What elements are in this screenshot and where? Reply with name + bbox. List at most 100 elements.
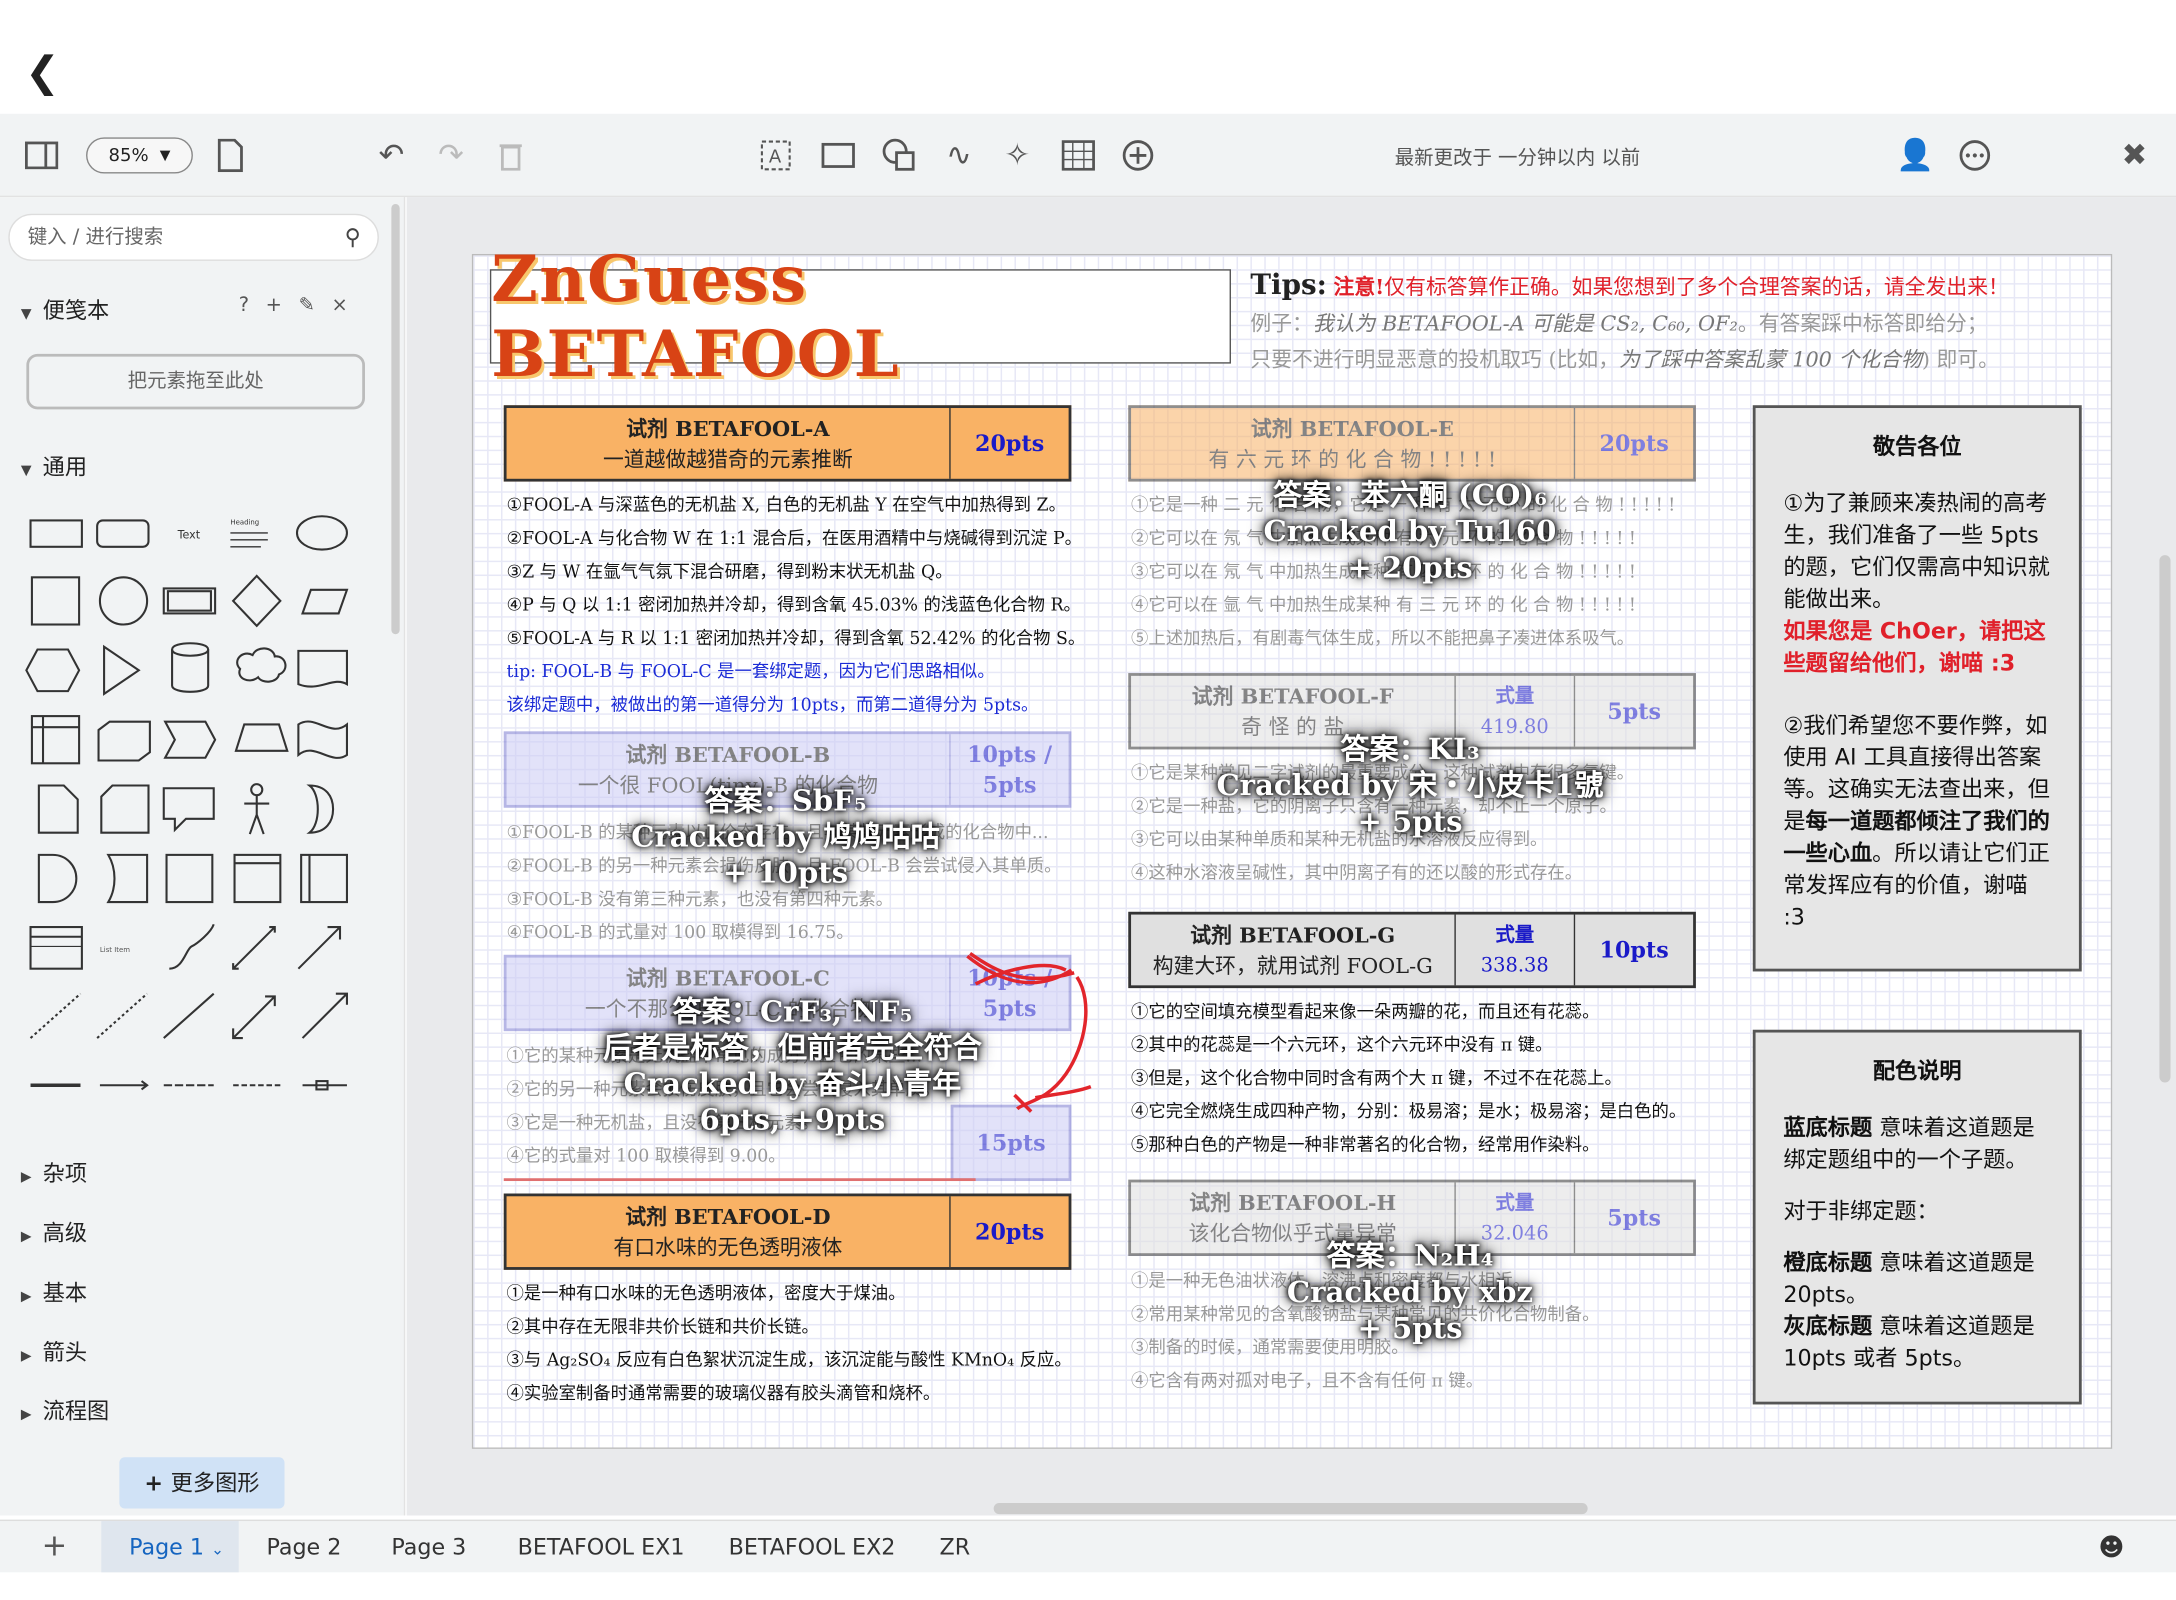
fool-c-answer[interactable]: 答案：CrF₃, NF₅ 后者是标答，但前者完全符合 Cracked by 奋斗小青…: [543, 994, 1043, 1138]
fool-d-title: 试剂 BETAFOOL-D: [625, 1203, 831, 1229]
edit-icon[interactable]: ✎: [299, 294, 332, 316]
zoom-select[interactable]: 85% ▼: [86, 137, 193, 174]
shapes-icon[interactable]: [877, 133, 921, 177]
plus-icon[interactable]: +: [266, 294, 299, 316]
title-box[interactable]: ZnGuess BETAFOOL: [489, 241, 1231, 391]
tips-example-rule: 。有答案踩中标答即给分；: [1737, 310, 1988, 336]
fool-e-answer[interactable]: 答案：苯六酮 (CO)₆ Cracked by Tu160 + 20pts: [1195, 477, 1625, 585]
user-avatar-icon[interactable]: ☻: [2098, 1534, 2124, 1563]
page-icon[interactable]: [208, 133, 252, 177]
last-modified-text[interactable]: 最新更改于 一分钟以内 以前: [1395, 143, 1641, 171]
section-notebook[interactable]: ▼ 便笺本: [21, 291, 109, 324]
underline-mark: [503, 1178, 976, 1182]
section-flowchart[interactable]: ▶ 流程图: [21, 1392, 109, 1425]
answer-line: + 20pts: [1347, 549, 1473, 585]
shape-palette[interactable]: Text Heading List Item: [25, 505, 358, 1102]
back-button[interactable]: ❮: [25, 52, 60, 95]
tips-example-guess: 我认为 BETAFOOL-A 可能是 CS₂, C₆₀, OF₂: [1312, 310, 1738, 336]
fool-g-subtitle: 构建大环，就用试剂 FOOL-G: [1152, 952, 1433, 978]
list-item-shape[interactable]: List Item: [100, 946, 130, 954]
close-icon[interactable]: ×: [332, 294, 365, 316]
share-user-icon[interactable]: 👤: [1893, 133, 1937, 177]
shape-sidebar: 键入 / 进行搜索 ⚲ ▼ 便笺本 ?+✎× 把元素拖至此处 ▼ 通用 Text He…: [0, 197, 406, 1516]
section-misc[interactable]: ▶ 杂项: [21, 1155, 87, 1188]
diagram-page[interactable]: ZnGuess BETAFOOL Tips: 注意!仅有标答算作正确。如果您想到…: [471, 241, 2113, 1449]
fool-a-header[interactable]: 试剂 BETAFOOL-A 一道越做越猎奇的元素推断 20pts: [503, 405, 1072, 482]
fool-f-answer[interactable]: 答案：KI₃ Cracked by 宋・小皮卡1號 + 5pts: [1181, 731, 1639, 839]
fool-d-header[interactable]: 试剂 BETAFOOL-D 有口水味的无色透明液体 20pts: [503, 1193, 1072, 1270]
fool-h-points: 5pts: [1607, 1203, 1662, 1231]
text-icon[interactable]: A: [754, 133, 798, 177]
redo-icon[interactable]: ↷: [429, 133, 473, 177]
clue-line: ③但是，这个化合物中同时含有两个大 π 键，不过不在花蕊上。: [1131, 1067, 1622, 1089]
section-arrows[interactable]: ▶ 箭头: [21, 1334, 87, 1367]
tab-betafool-ex2[interactable]: BETAFOOL EX2: [729, 1534, 896, 1560]
formula-weight: 338.38: [1480, 954, 1549, 977]
format-panel-icon[interactable]: [19, 133, 63, 177]
fool-a-clues: ①FOOL-A 与深蓝色的无机盐 X, 白色的无机盐 Y 在空气中加热得到 Z。…: [507, 489, 1086, 722]
section-general[interactable]: ▼ 通用: [21, 448, 87, 481]
search-input[interactable]: 键入 / 进行搜索 ⚲: [8, 213, 379, 261]
section-advanced[interactable]: ▶ 高级: [21, 1214, 87, 1247]
answer-line: 6pts, +9pts: [699, 1101, 886, 1137]
fool-g-header[interactable]: 试剂 BETAFOOL-G 构建大环，就用试剂 FOOL-G 式量 338.38 1…: [1128, 911, 1696, 989]
fool-f-points: 5pts: [1607, 697, 1662, 724]
more-shapes-button[interactable]: + 更多图形: [119, 1457, 285, 1509]
drop-zone[interactable]: 把元素拖至此处: [26, 353, 365, 410]
table-icon[interactable]: [1056, 133, 1100, 177]
fool-a-subtitle: 一道越做越猎奇的元素推断: [602, 446, 853, 472]
plus-icon: +: [144, 1469, 171, 1497]
more-icon[interactable]: [1953, 133, 1997, 177]
freehand-icon[interactable]: ∿: [937, 133, 981, 177]
sparkle-icon[interactable]: ✧: [995, 133, 1039, 177]
help-icon[interactable]: ?: [239, 294, 266, 316]
answer-line: 答案：SbF₅: [704, 782, 867, 818]
add-page-icon[interactable]: +: [42, 1529, 68, 1564]
svg-text:A: A: [769, 146, 782, 167]
canvas-horizontal-scrollbar[interactable]: [993, 1502, 1588, 1515]
tips-block[interactable]: Tips: 注意!仅有标答算作正确。如果您想到了多个合理答案的话，请全发出来！ …: [1250, 266, 2110, 377]
tips-label: Tips:: [1250, 267, 1327, 302]
tab-label: Page 1: [129, 1533, 205, 1560]
clue-line: ⑤那种白色的产物是一种非常著名的化合物，经常用作染料。: [1131, 1133, 1600, 1155]
tab-betafool-ex1[interactable]: BETAFOOL EX1: [518, 1534, 685, 1560]
undo-icon[interactable]: ↶: [369, 133, 413, 177]
add-icon[interactable]: [1116, 133, 1160, 177]
canvas-vertical-scrollbar[interactable]: [2159, 555, 2171, 1083]
fool-e-header[interactable]: 试剂 BETAFOOL-E 有 六 元 环 的 化 合 物 ! ! ! ! ! 2…: [1128, 405, 1696, 482]
fool-g-points: 10pts: [1599, 936, 1669, 963]
zoom-value: 85%: [108, 145, 149, 166]
tips-warn-text: 仅有标答算作正确。如果您想到了多个合理答案的话，请全发出来！: [1384, 274, 2009, 300]
clue-line: ①FOOL-A 与深蓝色的无机盐 X, 白色的无机盐 Y 在空气中加热得到 Z。: [506, 494, 1066, 515]
search-icon[interactable]: ⚲: [345, 215, 361, 259]
fool-b-answer[interactable]: 答案：SbF₅ Cracked by 鸠鸠咕咕 + 10pts: [557, 783, 1015, 891]
notice-box[interactable]: 敬告各位 ①为了兼顾来凑热闹的高考生，我们准备了一些 5pts 的题，它们仅需高…: [1752, 405, 2082, 972]
clue-line: ④P 与 Q 以 1:1 密闭加热并冷却，得到含氧 45.03% 的浅蓝色化合物…: [506, 593, 1081, 615]
tab-zr[interactable]: ZR: [940, 1534, 971, 1560]
fool-h-title: 试剂 BETAFOOL-H: [1189, 1190, 1397, 1216]
notice-paragraph: ①为了兼顾来凑热闹的高考生，我们准备了一些 5pts 的题，它们仅需高中知识就能…: [1783, 489, 2050, 613]
delete-icon[interactable]: [489, 133, 533, 177]
tab-page-1-label[interactable]: Page 1 ⌄: [129, 1534, 224, 1560]
clue-line: ④实验室制备时通常需要的玻璃仪器有胶头滴管和烧杯。: [506, 1382, 941, 1404]
fool-d-points: 20pts: [975, 1217, 1045, 1245]
clue-line: ④它可以在 氩 气 中加热生成某种 有 三 元 环 的 化 合 物 ! ! ! …: [1131, 593, 1636, 615]
fool-h-answer[interactable]: 答案：N₂H₄ Cracked by xbz + 5pts: [1181, 1238, 1639, 1346]
answer-line: + 5pts: [1357, 1310, 1463, 1345]
tab-page-3[interactable]: Page 3: [391, 1534, 466, 1560]
heading-shape[interactable]: Heading: [230, 519, 259, 527]
chevron-down-icon[interactable]: ⌄: [211, 1540, 224, 1558]
fool-g-title: 试剂 BETAFOOL-G: [1190, 922, 1396, 948]
sidebar-scrollbar[interactable]: [391, 204, 400, 635]
text-shape[interactable]: Text: [177, 528, 201, 541]
answer-line: Cracked by 鸠鸠咕咕: [631, 818, 940, 854]
tools-icon[interactable]: ✖: [2112, 133, 2156, 177]
color-legend-box[interactable]: 配色说明 蓝底标题 意味着这道题是绑定题组中的一个子题。 对于非绑定题： 橙底标…: [1752, 1029, 2082, 1405]
caret-down-icon: ▼: [20, 306, 32, 322]
tab-page-2[interactable]: Page 2: [266, 1534, 341, 1560]
section-basic[interactable]: ▶ 基本: [21, 1274, 87, 1307]
notice-title: 敬告各位: [1872, 432, 1962, 460]
notebook-actions[interactable]: ?+✎×: [239, 294, 365, 316]
rectangle-icon[interactable]: [816, 133, 860, 177]
caret-right-icon: ▶: [20, 1229, 32, 1245]
